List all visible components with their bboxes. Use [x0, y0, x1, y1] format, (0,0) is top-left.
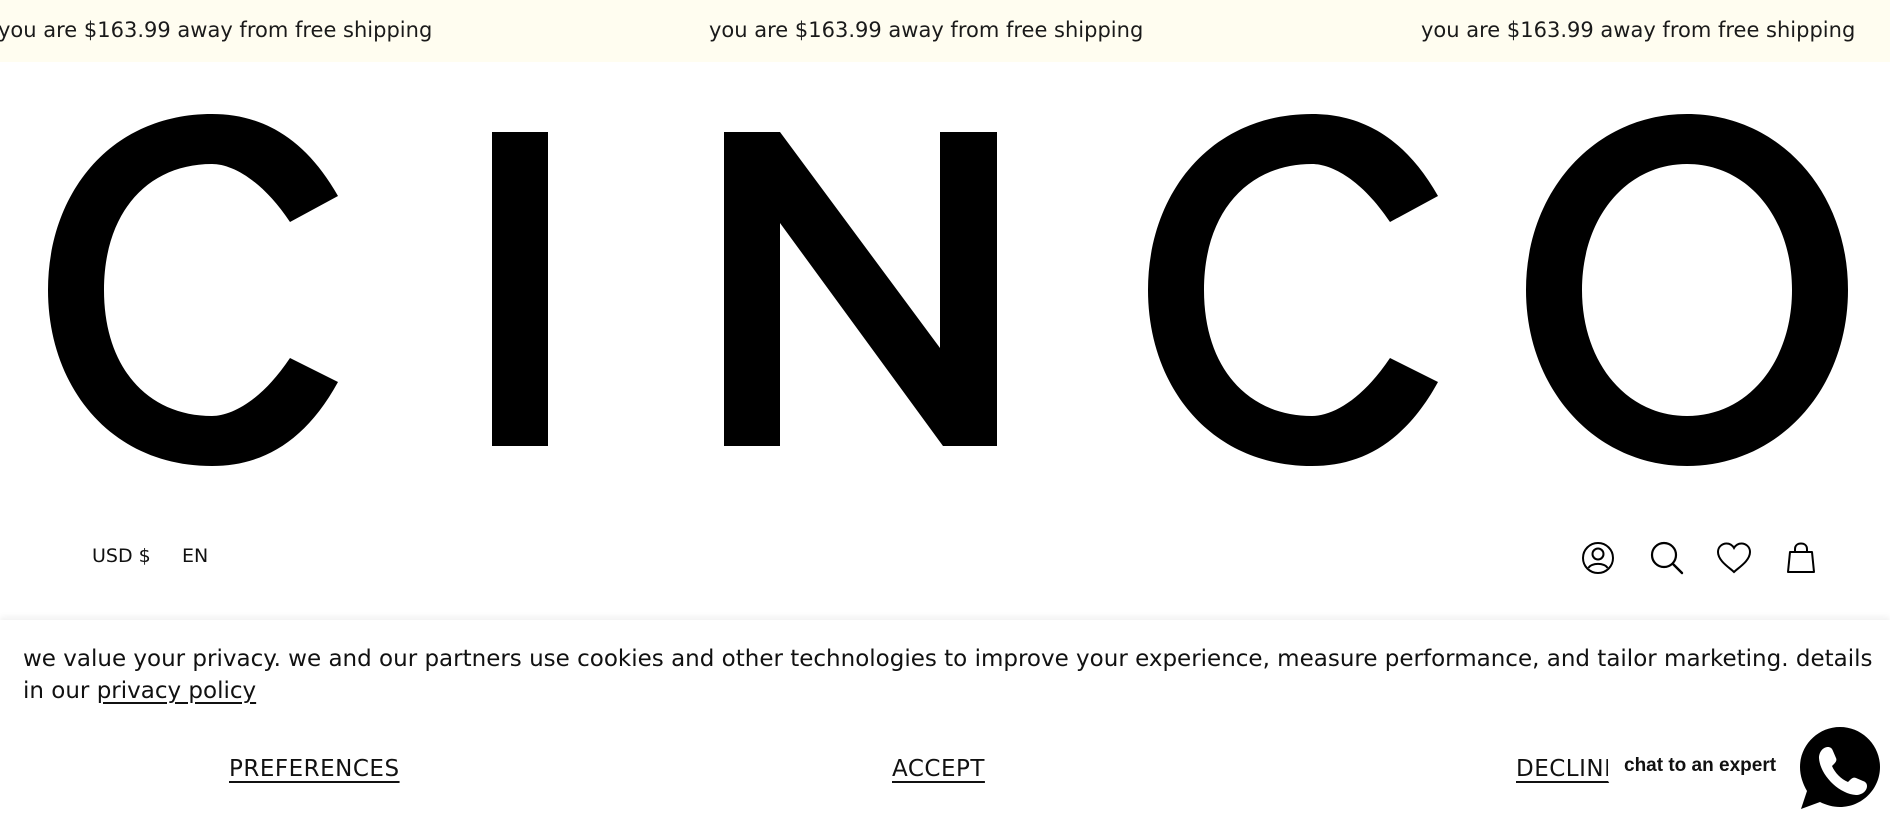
search-button[interactable] [1647, 538, 1687, 578]
cookie-message-text: we value your privacy. we and our partne… [23, 646, 1873, 704]
preferences-button[interactable]: PREFERENCES [229, 756, 400, 782]
wishlist-button[interactable] [1714, 538, 1754, 578]
chat-button[interactable] [1797, 725, 1883, 811]
account-icon [1582, 542, 1614, 574]
chat-label[interactable]: chat to an expert [1608, 748, 1795, 784]
search-icon [1650, 541, 1684, 575]
cart-button[interactable] [1781, 538, 1821, 578]
announcement-message: you are $163.99 away from free shipping [709, 18, 1144, 42]
logo-letter-o [1526, 114, 1848, 466]
logo-letter-c [48, 114, 338, 466]
account-button[interactable] [1578, 538, 1618, 578]
currency-selector[interactable]: USD $ [92, 545, 151, 567]
logo-letter-n [724, 132, 997, 446]
announcement-bar: you are $163.99 away from free shipping … [0, 0, 1890, 62]
announcement-message: you are $163.99 away from free shipping [0, 18, 433, 42]
whatsapp-phone-icon [1800, 727, 1880, 809]
accept-button[interactable]: ACCEPT [892, 756, 985, 782]
decline-button[interactable]: DECLINE [1516, 756, 1619, 782]
logo-letter-i [492, 132, 548, 446]
privacy-policy-link[interactable]: privacy policy [97, 678, 256, 704]
language-selector[interactable]: EN [182, 545, 208, 567]
logo-letter-c [1148, 114, 1438, 466]
announcement-message: you are $163.99 away from free shipping [1421, 18, 1856, 42]
cookie-banner: we value your privacy. we and our partne… [0, 620, 1890, 816]
heart-icon [1716, 542, 1752, 574]
logo-letters [48, 114, 1848, 466]
cookie-message: we value your privacy. we and our partne… [23, 643, 1873, 707]
cart-icon [1787, 542, 1815, 573]
brand-logo[interactable] [0, 110, 1890, 470]
